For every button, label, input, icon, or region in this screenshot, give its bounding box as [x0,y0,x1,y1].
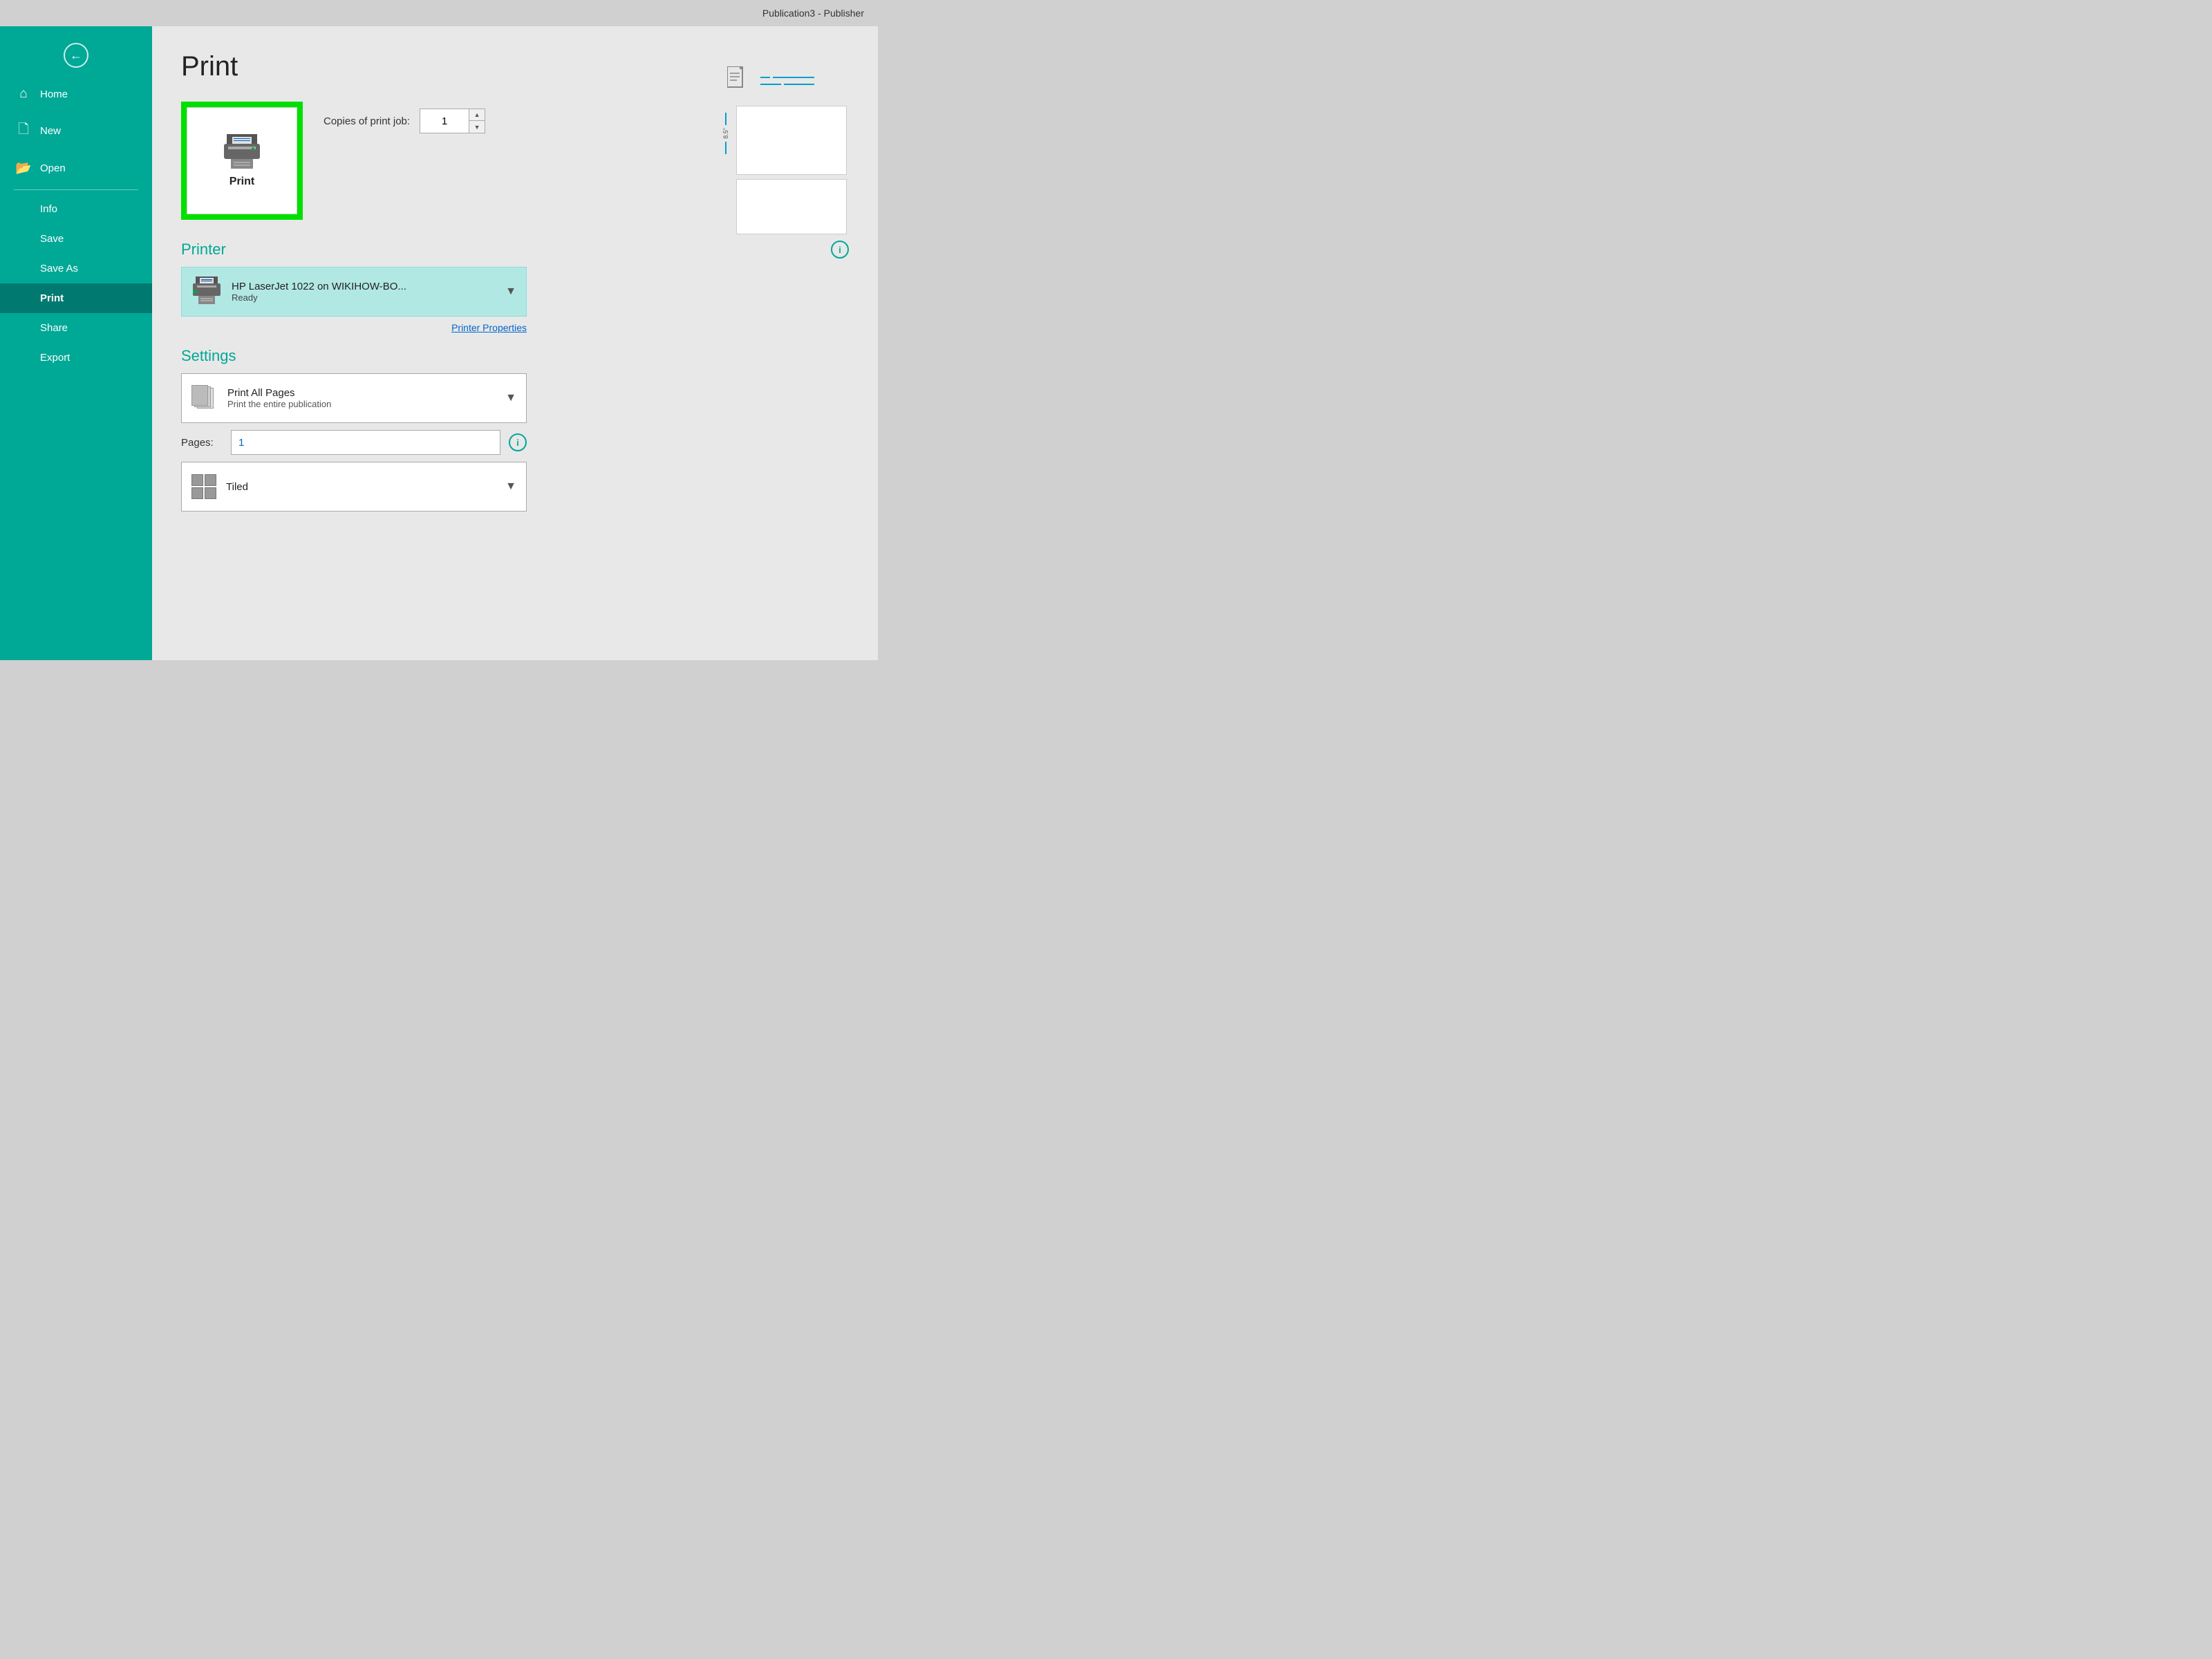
page-preview-top [736,106,847,175]
sidebar-item-open[interactable]: 📂 Open [0,151,152,185]
back-circle-icon: ← [64,43,88,68]
preview-icons-row [727,66,835,95]
sidebar-item-info-label: Info [40,203,57,215]
sidebar-item-save[interactable]: Save [0,224,152,254]
page-layer-3 [191,385,208,406]
tiled-dropdown-arrow: ▼ [505,480,516,493]
tile-cell-2 [205,474,216,486]
printer-name: HP LaserJet 1022 on WIKIHOW-BO... [232,281,496,292]
title-bar-text: Publication3 - Publisher [762,8,864,19]
print-pages-dropdown[interactable]: Print All Pages Print the entire publica… [181,373,527,423]
sidebar-item-export[interactable]: Export [0,343,152,373]
page-preview-bottom [736,179,847,234]
ruler-label: 8.5" [722,128,729,139]
sidebar-item-save-label: Save [40,233,64,245]
vertical-ruler: 8.5" [715,106,736,154]
copies-input-wrapper: ▲ ▼ [420,109,485,133]
printer-info: HP LaserJet 1022 on WIKIHOW-BO... Ready [232,281,496,303]
pages-row: Pages: i [181,430,527,455]
main-layout: ← ⌂ Home 🗋 New 📂 Open Info Save Save As … [0,26,878,660]
multi-page-icon [191,385,218,411]
pages-input-wrapper [231,430,500,455]
ruler-bottom-line [725,142,727,154]
print-button[interactable]: Print [187,107,297,214]
print-pages-dropdown-arrow: ▼ [505,392,516,404]
tiled-text: Tiled [226,481,496,493]
copies-up-button[interactable]: ▲ [469,109,485,121]
pages-label: Pages: [181,437,223,449]
preview-with-ruler: 8.5" [715,106,847,234]
printer-status: Ready [232,292,496,303]
sidebar-item-info[interactable]: Info [0,194,152,224]
sidebar-item-new-label: New [40,125,61,137]
sidebar-item-home[interactable]: ⌂ Home [0,77,152,111]
tile-cell-3 [191,487,203,499]
sidebar-item-share-label: Share [40,322,68,334]
zoom-controls [760,66,814,95]
tiled-icon [191,474,216,499]
printer-dropdown-arrow: ▼ [505,285,516,298]
sidebar-item-new[interactable]: 🗋 New [0,111,152,151]
new-icon: 🗋 [15,120,32,142]
pages-input[interactable] [232,437,500,449]
sidebar-item-share[interactable]: Share [0,313,152,343]
page-previews [736,106,847,234]
printer-icon [221,134,263,169]
copies-area: Copies of print job: ▲ ▼ [324,102,485,133]
tile-cell-4 [205,487,216,499]
sidebar-item-print[interactable]: Print [0,283,152,313]
sidebar-item-home-label: Home [40,88,68,100]
printer-dropdown[interactable]: HP LaserJet 1022 on WIKIHOW-BO... Ready … [181,267,527,317]
copies-input[interactable] [420,109,469,133]
print-pages-text: Print All Pages Print the entire publica… [227,387,496,409]
print-all-pages-label: Print All Pages [227,387,496,399]
content-area: Print [152,26,878,660]
sidebar-divider [14,189,138,190]
tiled-label: Tiled [226,481,496,493]
tiled-dropdown[interactable]: Tiled ▼ [181,462,527,512]
copies-down-button[interactable]: ▼ [469,121,485,133]
ruler-top-line [725,113,727,125]
sidebar-item-save-as[interactable]: Save As [0,254,152,283]
home-icon: ⌂ [15,86,32,102]
print-all-pages-sub: Print the entire publication [227,399,496,409]
copies-label: Copies of print job: [324,115,410,127]
sidebar-item-open-label: Open [40,162,66,174]
tile-cell-1 [191,474,203,486]
copies-spinner: ▲ ▼ [469,109,485,133]
title-bar: Publication3 - Publisher [0,0,878,26]
printer-small-icon [191,276,222,307]
preview-doc-icon [727,66,747,95]
sidebar-item-export-label: Export [40,352,70,364]
pages-info-icon[interactable]: i [509,433,527,451]
printer-properties-link[interactable]: Printer Properties [181,322,527,333]
open-icon: 📂 [15,160,32,176]
print-button-wrapper: Print [181,102,303,220]
print-btn-label: Print [229,176,254,188]
sidebar-item-print-label: Print [40,292,64,304]
sidebar: ← ⌂ Home 🗋 New 📂 Open Info Save Save As … [0,26,152,660]
preview-area: 8.5" [684,53,878,660]
sidebar-item-save-as-label: Save As [40,263,78,274]
back-button[interactable]: ← [0,33,152,77]
